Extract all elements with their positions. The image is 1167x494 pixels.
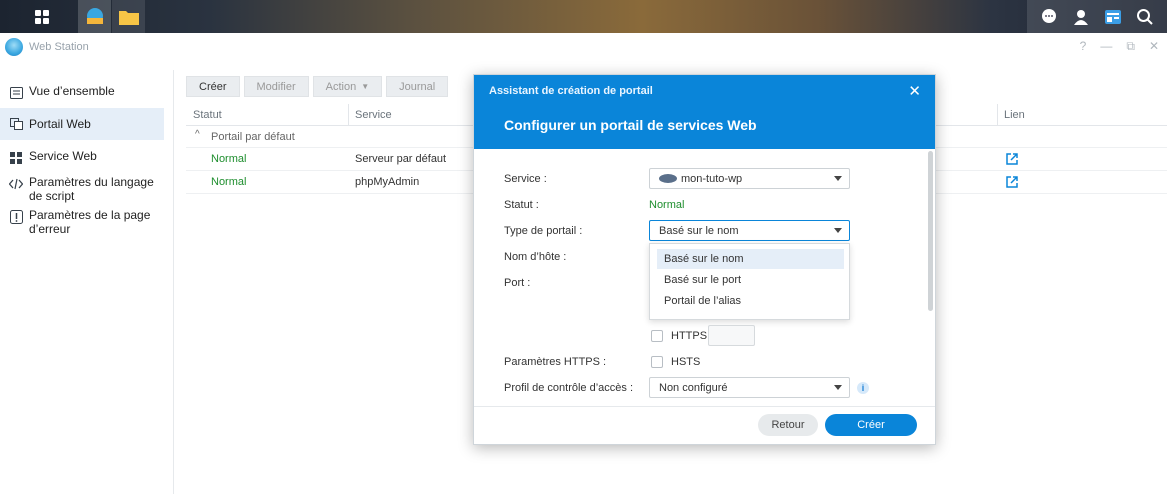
access-profile-select-value: Non configuré	[659, 381, 728, 394]
close-icon[interactable]: ✕	[908, 82, 921, 100]
group-label: Portail par défaut	[211, 131, 295, 143]
access-profile-label: Profil de contrôle d’accès :	[504, 382, 634, 394]
sidebar-item-web-portal[interactable]: Portail Web	[0, 108, 164, 140]
grid-icon	[35, 9, 49, 24]
row-status: Normal	[211, 176, 247, 188]
column-divider	[997, 104, 998, 126]
chevron-up-icon: ^	[195, 129, 200, 140]
sidebar-item-error-page[interactable]: Paramètres de la page d’erreur	[0, 208, 164, 236]
create-button[interactable]: Créer	[186, 76, 240, 97]
web-station-icon	[86, 7, 103, 24]
https-params-label: Paramètres HTTPS :	[504, 356, 607, 368]
dialog-scrollbar[interactable]	[928, 151, 933, 311]
portal-type-select-value: Basé sur le nom	[659, 224, 739, 237]
hsts-checkbox[interactable]	[651, 356, 663, 368]
window-titlebar: Web Station ? — ⧉ ✕	[0, 33, 1167, 61]
dropdown-option[interactable]: Portail de l’alias	[657, 291, 844, 311]
overview-icon	[9, 86, 23, 100]
chevron-down-icon: ▼	[361, 82, 370, 91]
minimize-button[interactable]: —	[1100, 39, 1112, 54]
sidebar-item-label: Portail Web	[29, 117, 91, 131]
taskbar-web-station[interactable]	[78, 0, 111, 33]
chevron-down-icon	[834, 385, 842, 390]
row-status: Normal	[211, 153, 247, 165]
row-service: Serveur par défaut	[355, 153, 447, 165]
status-label: Statut :	[504, 199, 539, 211]
dropdown-option[interactable]: Basé sur le port	[657, 270, 844, 290]
main-menu-button[interactable]	[22, 0, 62, 33]
chat-icon[interactable]	[1040, 8, 1058, 26]
column-header-service[interactable]: Service	[355, 109, 392, 121]
app-title: Web Station	[29, 41, 89, 53]
portal-type-label: Type de portail :	[504, 225, 583, 237]
port-label: Port :	[504, 277, 531, 289]
hsts-label: HSTS	[671, 356, 701, 368]
portal-icon	[9, 117, 23, 131]
action-label: Action	[325, 80, 357, 93]
folder-icon	[118, 10, 139, 25]
sidebar-item-web-service[interactable]: Service Web	[0, 149, 164, 165]
help-button[interactable]: ?	[1080, 39, 1087, 54]
taskbar-file-station[interactable]	[112, 0, 145, 33]
php-icon	[659, 174, 677, 183]
action-button[interactable]: Action ▼	[312, 76, 383, 97]
sidebar-item-overview[interactable]: Vue d’ensemble	[0, 84, 164, 100]
back-button[interactable]: Retour	[758, 414, 818, 436]
status-value: Normal	[649, 199, 685, 211]
sidebar-item-label: Paramètres de la page d’erreur	[29, 208, 151, 236]
grid-icon	[9, 151, 23, 165]
external-link-icon[interactable]	[1006, 176, 1018, 188]
service-select[interactable]: mon-tuto-wp	[649, 168, 850, 189]
chevron-down-icon	[834, 228, 842, 233]
service-select-value: mon-tuto-wp	[681, 172, 743, 185]
web-station-logo	[5, 38, 23, 56]
portal-wizard-dialog: Assistant de création de portail ✕ Confi…	[473, 74, 936, 445]
taskbar	[0, 0, 1167, 33]
close-window-button[interactable]: ✕	[1149, 39, 1159, 54]
hostname-label: Nom d’hôte :	[504, 251, 567, 263]
column-header-status[interactable]: Statut	[193, 109, 222, 121]
https-port-input[interactable]	[708, 325, 755, 346]
code-icon	[9, 177, 23, 191]
create-portal-button[interactable]: Créer	[825, 414, 917, 436]
sidebar-item-script-language[interactable]: Paramètres du langage de script	[0, 175, 164, 203]
access-profile-select[interactable]: Non configuré	[649, 377, 850, 398]
maximize-button[interactable]: ⧉	[1126, 39, 1135, 54]
sidebar: Vue d’ensemble Portail Web Service Web P…	[0, 70, 174, 494]
info-icon[interactable]: i	[857, 382, 869, 394]
toolbar: Créer Modifier Action ▼ Journal	[186, 76, 449, 97]
service-label: Service :	[504, 173, 547, 185]
taskbar-tray	[1027, 0, 1167, 33]
sidebar-item-label: Vue d’ensemble	[29, 84, 115, 98]
widgets-icon[interactable]	[1104, 8, 1122, 26]
column-divider	[348, 104, 349, 126]
search-icon[interactable]	[1136, 8, 1154, 26]
journal-button[interactable]: Journal	[386, 76, 449, 97]
dialog-header: Assistant de création de portail ✕ Confi…	[474, 75, 935, 149]
dialog-subtitle: Configurer un portail de services Web	[504, 117, 757, 133]
row-service: phpMyAdmin	[355, 176, 420, 188]
error-icon	[9, 210, 23, 224]
modify-button[interactable]: Modifier	[243, 76, 309, 97]
portal-type-dropdown: Basé sur le nom Basé sur le port Portail…	[649, 243, 850, 320]
portal-type-select[interactable]: Basé sur le nom	[649, 220, 850, 241]
https-checkbox[interactable]	[651, 330, 663, 342]
https-label: HTTPS	[671, 330, 708, 342]
external-link-icon[interactable]	[1006, 153, 1018, 165]
user-icon[interactable]	[1072, 8, 1090, 26]
dialog-title: Assistant de création de portail	[489, 85, 653, 97]
dropdown-option[interactable]: Basé sur le nom	[657, 249, 844, 269]
chevron-down-icon	[834, 176, 842, 181]
sidebar-item-label: Paramètres du langage de script	[29, 175, 154, 203]
column-header-link[interactable]: Lien	[1004, 109, 1025, 121]
dialog-footer: Retour Créer	[474, 406, 935, 444]
sidebar-item-label: Service Web	[29, 149, 97, 163]
window-controls: ? — ⧉ ✕	[1080, 39, 1159, 54]
